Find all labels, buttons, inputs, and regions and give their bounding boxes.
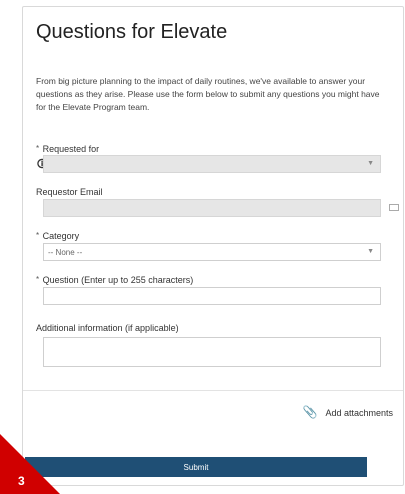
category-selected-value: -- None --	[48, 248, 83, 257]
required-marker: *	[36, 275, 40, 284]
page-title: Questions for Elevate	[36, 21, 228, 43]
paperclip-icon: 📎	[302, 405, 318, 419]
required-marker: *	[36, 231, 40, 240]
corner-marker	[0, 434, 60, 494]
requestor-email-field[interactable]	[43, 199, 381, 217]
corner-number: 3	[18, 474, 25, 488]
question-label: * Question (Enter up to 255 characters)	[36, 275, 193, 285]
intro-text: From big picture planning to the impact …	[36, 76, 380, 112]
additional-info-textarea[interactable]	[43, 337, 381, 367]
email-icon[interactable]	[389, 204, 399, 211]
chevron-down-icon: ▼	[367, 248, 374, 255]
category-select[interactable]: -- None -- ▼	[43, 243, 381, 261]
category-label-text: Category	[42, 231, 80, 241]
requested-for-field[interactable]: ▼	[43, 155, 381, 173]
requested-for-label: * Requested for	[36, 144, 99, 154]
chevron-down-icon: ▼	[367, 160, 374, 167]
question-label-text: Question (Enter up to 255 characters)	[42, 275, 194, 285]
question-form-card: Questions for Elevate From big picture p…	[22, 6, 404, 486]
category-label: * Category	[36, 231, 79, 241]
requestor-email-label: Requestor Email	[36, 187, 103, 197]
submit-button[interactable]: Submit	[25, 457, 367, 477]
required-marker: *	[36, 144, 40, 153]
additional-info-label: Additional information (if applicable)	[36, 323, 179, 333]
add-attachments-label: Add attachments	[325, 408, 393, 418]
divider	[23, 390, 403, 391]
requested-for-label-text: Requested for	[42, 144, 100, 154]
add-attachments-link[interactable]: 📎 Add attachments	[302, 405, 393, 419]
question-input[interactable]	[43, 287, 381, 305]
